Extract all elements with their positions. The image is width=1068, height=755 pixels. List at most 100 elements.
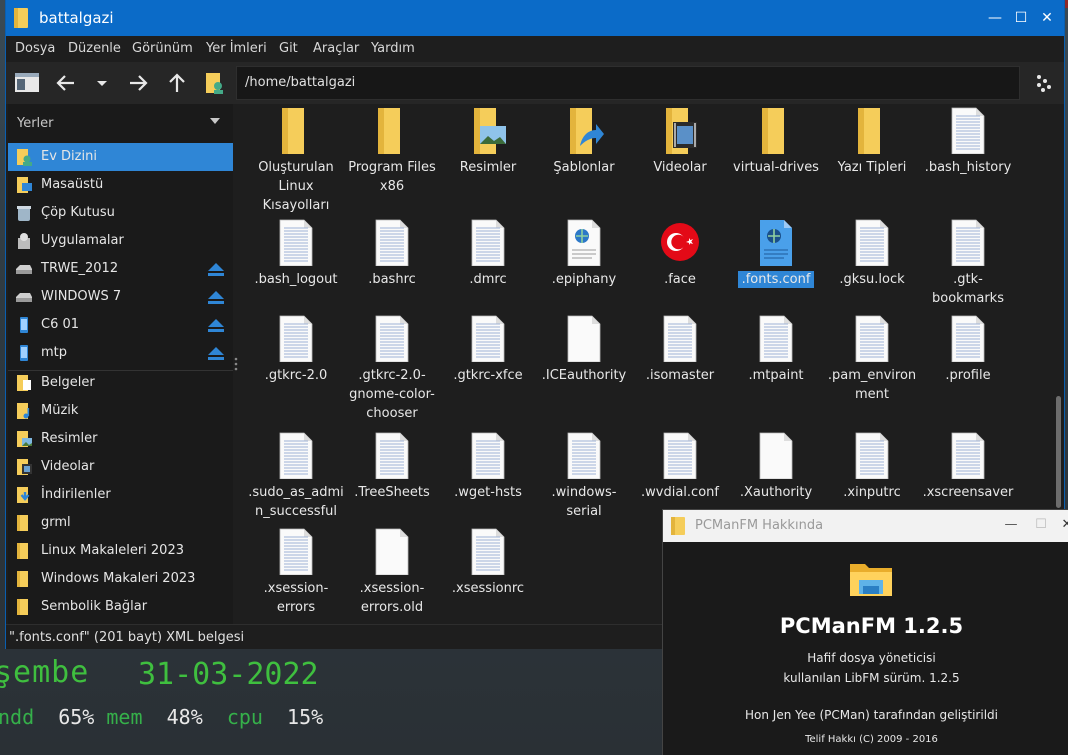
text-document-icon (564, 431, 604, 480)
conky-cpu-value: 15% (287, 705, 324, 729)
file-item[interactable]: Resimler (440, 106, 536, 218)
conky-stats: ndd 65% mem 48% cpu 15% (0, 705, 323, 729)
sidebar-item-label: TRWE_2012 (41, 261, 119, 276)
file-item[interactable]: .xsession-errors (248, 527, 344, 624)
file-item[interactable]: Videolar (632, 106, 728, 218)
sidebar-item-uygulamalar[interactable]: Uygulamalar (8, 227, 233, 255)
sidebar-item-videolar[interactable]: Videolar (8, 453, 233, 481)
file-item[interactable]: .bash_history (920, 106, 1016, 218)
history-dropdown-icon[interactable] (89, 70, 115, 96)
chevron-down-icon[interactable] (210, 118, 220, 124)
file-item[interactable]: .mtpaint (728, 314, 824, 426)
file-item[interactable]: .windows-serial (536, 431, 632, 543)
text-document-icon (948, 106, 988, 155)
sidebar-item-trwe-2012[interactable]: TRWE_2012 (8, 255, 233, 283)
menu-dots-icon[interactable] (1030, 70, 1056, 96)
menu-yer-imleri[interactable]: Yer İmleri (206, 41, 267, 56)
conky-date: 31-03-2022 (138, 657, 319, 692)
pictures-folder-icon (15, 430, 33, 448)
folder-icon (15, 542, 33, 560)
eject-icon[interactable] (208, 318, 224, 332)
file-name: .windows-serial (551, 485, 617, 519)
about-dialog: PCManFM Hakkında — ☐ ✕ PCManFM 1.2.5 Haf… (663, 510, 1068, 755)
eject-icon[interactable] (208, 346, 224, 360)
sidebar-item-windows-7[interactable]: WINDOWS 7 (8, 283, 233, 311)
eject-icon[interactable] (208, 290, 224, 304)
file-item[interactable]: .isomaster (632, 314, 728, 426)
sidebar-item-sembolik-bağlar[interactable]: Sembolik Bağlar (8, 593, 233, 621)
file-name: .wget-hsts (454, 485, 522, 500)
sidebar-item-müzik[interactable]: Müzik (8, 397, 233, 425)
conky-hdd-label: ndd (0, 705, 35, 729)
menu-yardim[interactable]: Yardım (371, 41, 415, 56)
close-button[interactable]: ✕ (1038, 9, 1056, 27)
text-document-icon (468, 527, 508, 576)
menu-duzenle[interactable]: Düzenle (68, 41, 121, 56)
file-item[interactable]: Program Files x86 (344, 106, 440, 218)
sidebar-item-resimler[interactable]: Resimler (8, 425, 233, 453)
file-name: .ICEauthority (541, 368, 627, 383)
sidebar-item-belgeler[interactable]: Belgeler (8, 369, 233, 397)
back-arrow-icon[interactable] (53, 70, 79, 96)
conky-hdd-value: 65% (58, 705, 95, 729)
up-arrow-icon[interactable] (164, 70, 190, 96)
text-document-icon (372, 218, 412, 267)
home-icon[interactable] (202, 70, 228, 96)
menu-dosya[interactable]: Dosya (15, 41, 55, 56)
menu-gorunum[interactable]: Görünüm (132, 41, 193, 56)
about-close-button[interactable]: ✕ (1059, 517, 1068, 533)
sidebar-item-label: grml (41, 515, 71, 530)
file-item[interactable]: Şablonlar (536, 106, 632, 218)
about-titlebar[interactable]: PCManFM Hakkında — ☐ ✕ (663, 510, 1068, 542)
sidebar-item-i-ndirilenler[interactable]: İndirilenler (8, 481, 233, 509)
file-item[interactable]: virtual-drives (728, 106, 824, 218)
sidebar-item-grml[interactable]: grml (8, 509, 233, 537)
minimize-button[interactable]: — (986, 9, 1004, 27)
file-name: Şablonlar (553, 160, 615, 175)
text-document-icon (948, 431, 988, 480)
file-item[interactable]: Yazı Tipleri (824, 106, 920, 218)
maximize-button[interactable]: ☐ (1012, 9, 1030, 27)
window-titlebar[interactable]: battalgazi — ☐ ✕ (6, 0, 1064, 36)
folder-icon (671, 517, 685, 535)
sidebar-item-çöp-kutusu[interactable]: Çöp Kutusu (8, 199, 233, 227)
sidebar-item-windows-makaleri-2023[interactable]: Windows Makaleri 2023 (8, 565, 233, 593)
address-bar[interactable]: /home/battalgazi (236, 66, 1020, 100)
turkish-flag-icon (660, 218, 700, 266)
phone-icon (15, 316, 33, 334)
pcmanfm-logo-icon (850, 564, 892, 596)
sidebar-item-masaüstü[interactable]: Masaüstü (8, 171, 233, 199)
new-window-icon[interactable] (14, 70, 40, 96)
sidebar-item-mtp[interactable]: mtp (8, 339, 233, 367)
music-folder-icon (15, 402, 33, 420)
about-minimize-button[interactable]: — (1003, 517, 1019, 533)
about-description: Hafif dosya yöneticisi (807, 651, 936, 665)
sidebar-item-label: Belgeler (41, 375, 95, 390)
folder-icon (372, 106, 412, 154)
about-app-name: PCManFM 1.2.5 (779, 614, 964, 638)
sidebar-header: Yerler (17, 116, 54, 131)
eject-icon[interactable] (208, 262, 224, 276)
downloads-folder-icon (15, 486, 33, 504)
menu-git[interactable]: Git (279, 41, 298, 56)
file-item[interactable]: Oluşturulan Linux Kısayolları (248, 106, 344, 218)
file-name: .Xauthority (739, 485, 813, 500)
file-item[interactable]: .profile (920, 314, 1016, 426)
file-item[interactable]: .gtkrc-2.0 (248, 314, 344, 426)
file-item[interactable]: .ICEauthority (536, 314, 632, 426)
about-maximize-button[interactable]: ☐ (1033, 517, 1049, 533)
scrollbar-thumb[interactable] (1056, 396, 1061, 508)
file-item[interactable]: .gtkrc-xfce (440, 314, 536, 426)
sidebar-item-ev-dizini[interactable]: Ev Dizini (8, 143, 233, 171)
pane-splitter-handle[interactable] (234, 356, 238, 372)
file-item[interactable]: .xsessionrc (440, 527, 536, 624)
forward-arrow-icon[interactable] (125, 70, 151, 96)
file-item[interactable]: .pam_environment (824, 314, 920, 426)
file-name: .profile (945, 368, 991, 383)
file-item[interactable]: .xsession-errors.old (344, 527, 440, 624)
about-title: PCManFM Hakkında (695, 518, 824, 533)
sidebar-item-linux-makaleleri-2023[interactable]: Linux Makaleleri 2023 (8, 537, 233, 565)
menu-araclar[interactable]: Araçlar (313, 41, 359, 56)
sidebar-item-c6-01[interactable]: C6 01 (8, 311, 233, 339)
file-item[interactable]: .gtkrc-2.0-gnome-color-chooser (344, 314, 440, 426)
